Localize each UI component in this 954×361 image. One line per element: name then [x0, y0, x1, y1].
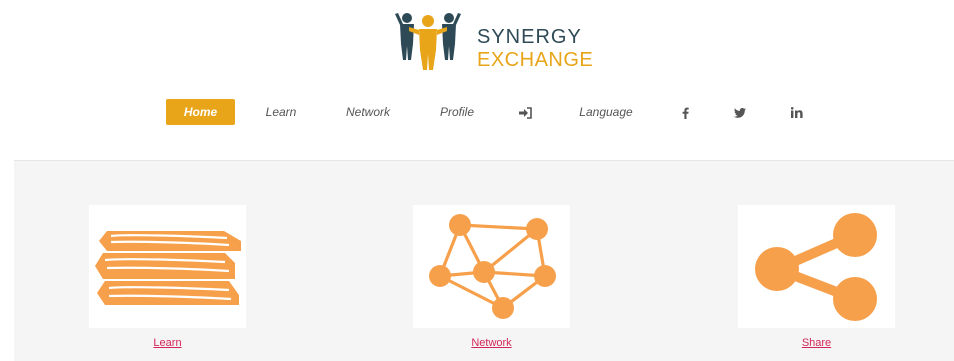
main-nav: Home Learn Network Profile Language [0, 99, 954, 125]
share-image[interactable] [738, 205, 895, 328]
share-icon [755, 213, 877, 321]
nav-network[interactable]: Network [333, 99, 403, 125]
network-card: Network [413, 205, 570, 349]
learn-image[interactable] [89, 205, 246, 328]
brand-line2: EXCHANGE [477, 49, 594, 71]
books-icon [95, 231, 241, 305]
linkedin-icon[interactable] [786, 99, 808, 125]
share-card: Share [738, 205, 895, 349]
network-icon [429, 214, 556, 319]
learn-card: Learn [89, 205, 246, 349]
feature-section: Learn Network Share [14, 161, 954, 361]
login-icon[interactable] [512, 99, 538, 125]
network-image[interactable] [413, 205, 570, 328]
site-logo[interactable]: SYNERGY EXCHANGE [395, 10, 595, 72]
share-link[interactable]: Share [738, 337, 895, 349]
nav-home[interactable]: Home [166, 99, 235, 125]
learn-link[interactable]: Learn [89, 337, 246, 349]
nav-learn[interactable]: Learn [253, 99, 309, 125]
people-logo-icon [395, 13, 461, 70]
facebook-icon[interactable] [676, 99, 694, 125]
brand-line1: SYNERGY [477, 26, 582, 48]
nav-language[interactable]: Language [566, 99, 646, 125]
network-link[interactable]: Network [413, 337, 570, 349]
twitter-icon[interactable] [730, 99, 750, 125]
nav-profile[interactable]: Profile [428, 99, 486, 125]
site-header: SYNERGY EXCHANGE Home Learn Network Prof… [0, 0, 954, 160]
